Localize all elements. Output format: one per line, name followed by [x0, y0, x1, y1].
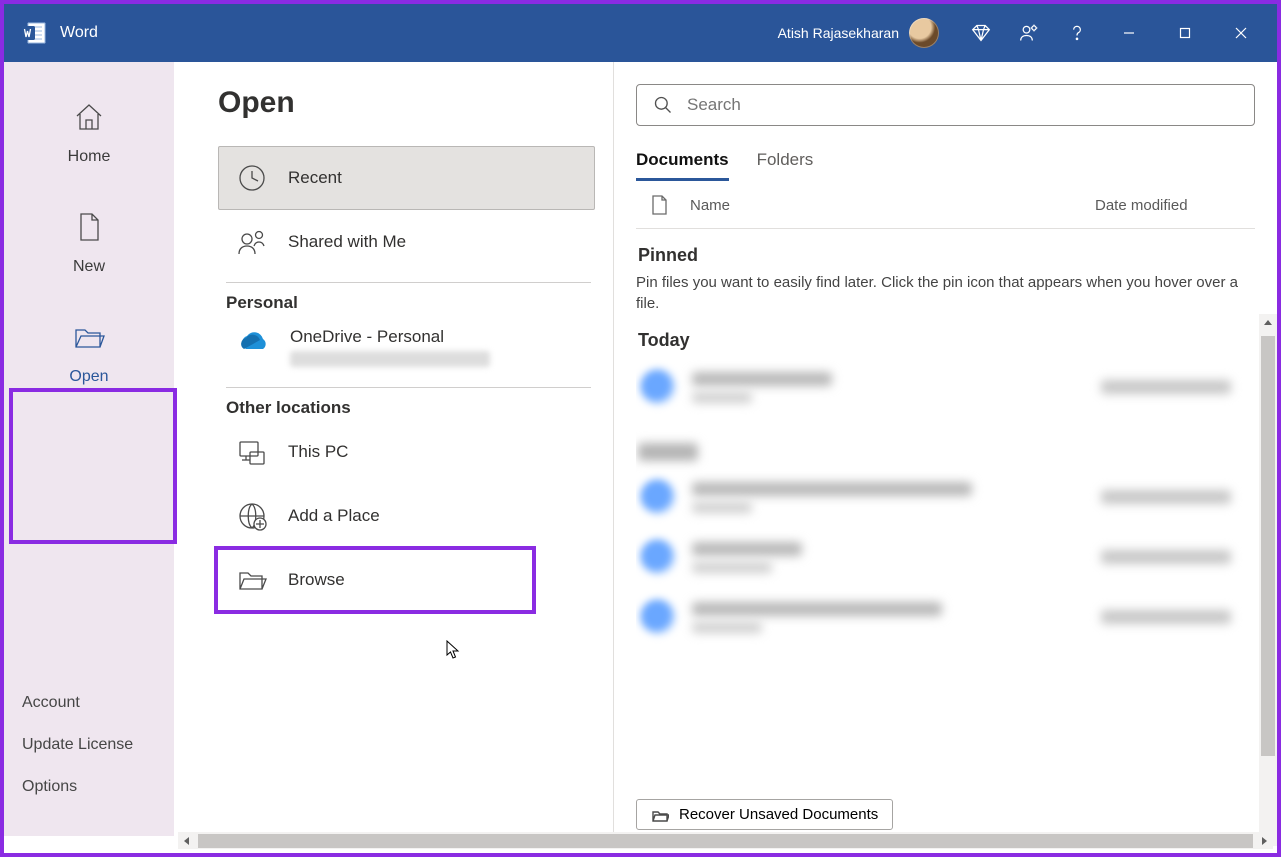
file-row[interactable]	[636, 527, 1255, 587]
location-label: Browse	[288, 570, 345, 590]
vertical-scrollbar[interactable]	[1259, 314, 1277, 846]
search-icon	[653, 95, 673, 115]
title-bar: Word Atish Rajasekharan	[4, 4, 1277, 62]
location-label: Shared with Me	[288, 232, 406, 252]
pinned-heading: Pinned	[638, 245, 1255, 266]
section-heading-blurred	[638, 443, 698, 461]
personal-heading: Personal	[226, 293, 595, 313]
sidebar-options[interactable]: Options	[22, 778, 174, 796]
file-type-icon	[640, 599, 676, 635]
scroll-thumb[interactable]	[1261, 336, 1275, 756]
scroll-thumb[interactable]	[198, 834, 1253, 848]
minimize-button[interactable]	[1101, 4, 1157, 62]
search-input[interactable]	[687, 95, 1238, 115]
location-this-pc[interactable]: This PC	[218, 420, 595, 484]
word-app-icon	[20, 20, 48, 46]
other-locations-heading: Other locations	[226, 398, 595, 418]
pinned-description: Pin files you want to easily find later.…	[636, 272, 1255, 314]
search-box[interactable]	[636, 84, 1255, 126]
column-name[interactable]: Name	[690, 197, 1095, 214]
tab-documents[interactable]: Documents	[636, 144, 729, 181]
maximize-button[interactable]	[1157, 4, 1213, 62]
page-title: Open	[218, 86, 595, 120]
onedrive-email-blurred	[290, 351, 490, 367]
file-row[interactable]	[636, 587, 1255, 647]
file-type-icon	[640, 539, 676, 575]
close-button[interactable]	[1213, 4, 1269, 62]
location-shared[interactable]: Shared with Me	[218, 210, 595, 274]
location-label: Add a Place	[288, 506, 380, 526]
scroll-left-arrow[interactable]	[178, 832, 196, 849]
today-heading: Today	[638, 330, 1255, 351]
column-headers: Name Date modified	[636, 182, 1255, 229]
sidebar-item-label: Open	[69, 368, 108, 386]
location-onedrive[interactable]: OneDrive - Personal	[218, 315, 595, 379]
sidebar-account[interactable]: Account	[22, 694, 174, 712]
avatar[interactable]	[909, 18, 939, 48]
tab-folders[interactable]: Folders	[757, 144, 814, 181]
file-icon-header	[650, 194, 690, 216]
file-type-icon	[640, 369, 676, 405]
horizontal-scrollbar[interactable]	[178, 832, 1273, 849]
share-people-icon[interactable]	[1005, 4, 1053, 62]
sidebar-update-license[interactable]: Update License	[22, 736, 174, 754]
location-add-place[interactable]: Add a Place	[218, 484, 595, 548]
sidebar-item-label: New	[73, 258, 105, 276]
help-icon[interactable]	[1053, 4, 1101, 62]
recover-unsaved-button[interactable]: Recover Unsaved Documents	[636, 799, 893, 830]
file-type-icon	[640, 479, 676, 515]
premium-icon[interactable]	[957, 4, 1005, 62]
open-locations-panel: Open Recent Shared with Me Personal OneD…	[174, 62, 614, 836]
user-name[interactable]: Atish Rajasekharan	[778, 25, 899, 41]
sidebar-item-home[interactable]: Home	[4, 78, 174, 188]
sidebar-item-new[interactable]: New	[4, 188, 174, 298]
backstage-sidebar: Home New Open Account Update License Opt…	[4, 62, 174, 836]
location-browse[interactable]: Browse	[218, 548, 595, 612]
file-row[interactable]	[636, 467, 1255, 527]
location-label: OneDrive - Personal	[290, 327, 490, 347]
app-name: Word	[60, 24, 98, 42]
file-row[interactable]	[636, 357, 1255, 417]
sidebar-item-open[interactable]: Open	[4, 298, 174, 408]
sidebar-item-label: Home	[68, 148, 111, 166]
location-label: Recent	[288, 168, 342, 188]
scroll-up-arrow[interactable]	[1259, 314, 1277, 332]
location-label: This PC	[288, 442, 348, 462]
location-recent[interactable]: Recent	[218, 146, 595, 210]
recover-label: Recover Unsaved Documents	[679, 806, 878, 823]
scroll-right-arrow[interactable]	[1255, 832, 1273, 849]
column-date[interactable]: Date modified	[1095, 197, 1255, 214]
file-list-panel: Documents Folders Name Date modified Pin…	[614, 62, 1277, 836]
